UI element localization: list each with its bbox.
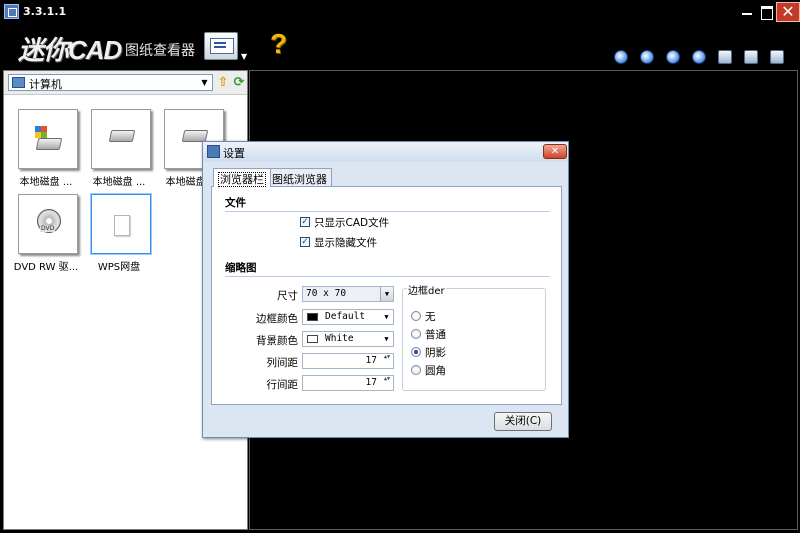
settings-icon <box>207 145 220 158</box>
chevron-down-icon[interactable]: ▼ <box>241 52 247 61</box>
dialog-close-button[interactable]: ✕ <box>543 144 567 159</box>
chevron-down-icon[interactable]: ▼ <box>380 310 393 324</box>
window-title: 3.3.1.1 <box>23 5 67 18</box>
size-value: 70 x 70 <box>306 288 347 299</box>
bg-color-label: 背景颜色 <box>256 335 298 347</box>
layers-icon[interactable] <box>744 50 758 64</box>
pan-icon[interactable] <box>718 50 732 64</box>
section-divider <box>225 211 550 212</box>
settings-dialog: 设置 ✕ 浏览器栏 图纸浏览器 文件 ✓ 只显示CAD文件 ✓ 显示隐藏文件 缩… <box>202 141 569 438</box>
tab-label: 浏览器栏 <box>218 172 266 187</box>
stepper-arrows-icon[interactable]: ▲▼ <box>381 354 393 368</box>
thumb-section-title: 缩略图 <box>225 262 257 274</box>
title-bar: 3.3.1.1 ✕ <box>0 0 800 24</box>
location-text: 计算机 <box>29 78 62 91</box>
cad-only-label: 只显示CAD文件 <box>314 217 390 229</box>
bg-color-select[interactable]: White ▼ <box>302 331 394 347</box>
size-select[interactable]: 70 x 70 ▼ <box>302 286 394 302</box>
row-spacing-stepper[interactable]: 17 ▲▼ <box>302 375 394 391</box>
stepper-arrows-icon[interactable]: ▲▼ <box>381 376 393 390</box>
border-rounded-label: 圆角 <box>425 365 446 377</box>
computer-icon <box>12 77 25 88</box>
hard-drive-icon <box>91 109 151 169</box>
location-bar: 计算机 ▼ ⇧ ⟳ <box>4 71 247 95</box>
file-label: 本地磁盘 ... <box>19 177 73 188</box>
border-shadow-label: 阴影 <box>425 347 446 359</box>
border-color-value: Default <box>325 311 366 322</box>
zoom-fit-icon[interactable] <box>666 50 680 64</box>
cad-only-checkbox[interactable]: ✓ <box>300 217 310 227</box>
zoom-out-icon[interactable] <box>640 50 654 64</box>
chevron-down-icon[interactable]: ▼ <box>380 287 393 301</box>
dvd-drive-icon <box>18 194 78 254</box>
border-none-radio[interactable] <box>411 311 421 321</box>
chevron-down-icon[interactable]: ▼ <box>198 76 211 89</box>
location-combo[interactable]: 计算机 ▼ <box>8 74 213 91</box>
border-shadow-radio[interactable] <box>411 347 421 357</box>
app-logo: 迷你CAD <box>18 35 122 65</box>
show-hidden-label: 显示隐藏文件 <box>314 237 377 249</box>
border-group-title: 边框der <box>407 282 446 297</box>
bg-color-value: White <box>325 333 354 344</box>
row-spacing-value: 17 <box>365 377 377 388</box>
up-folder-icon[interactable]: ⇧ <box>216 75 230 90</box>
app-icon <box>4 4 19 19</box>
refresh-icon[interactable]: ⟳ <box>232 75 246 90</box>
file-label: WPS网盘 <box>97 262 141 273</box>
minimize-button[interactable] <box>737 2 757 22</box>
border-rounded-radio[interactable] <box>411 365 421 375</box>
dialog-title-bar[interactable]: 设置 ✕ <box>203 142 568 162</box>
file-label: 本地磁盘 ... <box>92 177 146 188</box>
file-section-title: 文件 <box>225 197 246 209</box>
close-button[interactable]: ✕ <box>776 2 800 22</box>
tab-drawing-browser[interactable]: 图纸浏览器 <box>267 168 332 186</box>
app-logo-subtitle: 图纸查看器 <box>125 43 195 59</box>
border-color-label: 边框颜色 <box>256 313 298 325</box>
view-mode-button[interactable] <box>204 32 238 60</box>
maximize-button[interactable] <box>756 2 776 22</box>
col-spacing-value: 17 <box>365 355 377 366</box>
border-normal-label: 普通 <box>425 329 446 341</box>
size-label: 尺寸 <box>277 290 298 302</box>
color-swatch <box>307 335 318 343</box>
border-none-label: 无 <box>425 311 436 323</box>
col-spacing-stepper[interactable]: 17 ▲▼ <box>302 353 394 369</box>
col-spacing-label: 列间距 <box>266 357 299 369</box>
border-color-select[interactable]: Default ▼ <box>302 309 394 325</box>
dialog-title: 设置 <box>223 147 245 160</box>
zoom-window-icon[interactable] <box>692 50 706 64</box>
blank-file-icon <box>90 193 152 255</box>
tab-browser-bar[interactable]: 浏览器栏 <box>213 168 271 187</box>
row-spacing-label: 行间距 <box>266 379 299 391</box>
list-item[interactable]: 本地磁盘 ... <box>6 109 78 189</box>
dialog-ok-close-button[interactable]: 关闭(C) <box>494 412 552 431</box>
file-label: DVD RW 驱... <box>13 262 79 273</box>
tab-panel: 文件 ✓ 只显示CAD文件 ✓ 显示隐藏文件 缩略图 尺寸 70 x 70 ▼ … <box>211 186 562 405</box>
help-icon[interactable]: ? <box>270 28 287 60</box>
print-icon[interactable] <box>770 50 784 64</box>
chevron-down-icon[interactable]: ▼ <box>380 332 393 346</box>
border-style-group: 边框der 无 普通 阴影 圆角 <box>402 282 546 391</box>
color-swatch <box>307 313 318 321</box>
show-hidden-checkbox[interactable]: ✓ <box>300 237 310 247</box>
list-item[interactable]: WPS网盘 <box>79 193 152 274</box>
toolbar: 迷你CAD 图纸查看器 ▼ ? <box>0 24 800 70</box>
list-item[interactable]: 本地磁盘 ... <box>79 109 151 189</box>
section-divider <box>225 276 550 277</box>
list-item[interactable]: DVD RW 驱... <box>6 194 78 274</box>
zoom-in-icon[interactable] <box>614 50 628 64</box>
border-normal-radio[interactable] <box>411 329 421 339</box>
system-drive-icon <box>18 109 78 169</box>
